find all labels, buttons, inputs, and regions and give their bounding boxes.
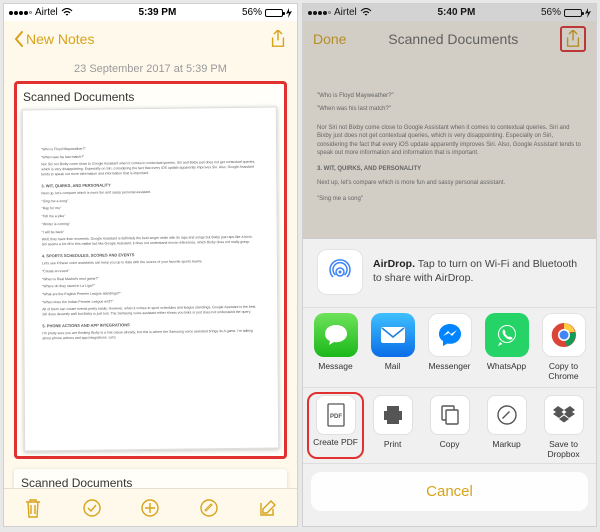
share-app-message[interactable]: Message [307,310,364,381]
checklist-button[interactable] [81,497,103,519]
nav-header: New Notes [4,21,297,57]
messenger-icon [428,313,472,357]
share-app-whatsapp[interactable]: WhatsApp [478,310,535,381]
document-thumbnail: "Who is Floyd Mayweather?" "When was his… [22,106,279,451]
clock: 5:39 PM [138,7,176,18]
action-create-pdf[interactable]: PDF Create PDF [307,392,364,459]
cancel-button[interactable]: Cancel [311,472,588,511]
share-app-chrome[interactable]: Copy to Chrome [535,310,592,381]
battery-pct: 56% [242,7,262,18]
share-app-messenger[interactable]: Messenger [421,310,478,381]
svg-text:PDF: PDF [330,414,342,420]
copy-icon [430,395,470,435]
back-button[interactable]: New Notes [14,31,94,47]
carrier-label: Airtel [35,7,58,18]
action-copy[interactable]: Copy [421,392,478,459]
share-button[interactable] [269,30,287,48]
battery-icon [265,9,283,17]
add-button[interactable] [139,497,161,519]
pen-circle-icon [199,498,219,518]
message-icon [314,313,358,357]
note-toolbar [4,488,297,526]
back-label: New Notes [26,31,94,47]
left-phone: Airtel 5:39 PM 56% New Notes 23 Septembe… [3,3,298,527]
charging-icon [286,8,292,18]
compose-button[interactable] [257,497,279,519]
note-timestamp: 23 September 2017 at 5:39 PM [14,63,287,75]
scanned-attachment[interactable]: Scanned Documents "Who is Floyd Mayweath… [14,81,287,459]
compose-icon [258,498,278,518]
share-sheet: AirDrop. Tap to turn on Wi-Fi and Blueto… [303,238,596,526]
signal-icon [9,11,32,15]
modal-dimmer[interactable] [303,4,596,238]
draw-button[interactable] [198,497,220,519]
dropbox-icon [544,395,584,435]
attachment-title-2: Scanned Documents [21,476,280,488]
check-circle-icon [82,498,102,518]
airdrop-icon [317,249,363,295]
scanned-attachment-2[interactable]: Scanned Documents [14,469,287,488]
airdrop-row[interactable]: AirDrop. Tap to turn on Wi-Fi and Blueto… [303,239,596,307]
trash-icon [24,498,42,518]
chrome-icon [542,313,586,357]
share-apps-row: Message Mail Messenger WhatsApp [303,307,596,388]
airdrop-text: AirDrop. Tap to turn on Wi-Fi and Blueto… [373,258,582,285]
delete-button[interactable] [22,497,44,519]
note-body: 23 September 2017 at 5:39 PM Scanned Doc… [4,57,297,488]
share-app-mail[interactable]: Mail [364,310,421,381]
action-markup[interactable]: Markup [478,392,535,459]
attachment-title: Scanned Documents [23,90,278,104]
plus-circle-icon [140,498,160,518]
action-dropbox[interactable]: Save to Dropbox [535,392,592,459]
chevron-left-icon [14,31,24,47]
mail-icon [371,313,415,357]
print-icon [373,395,413,435]
wifi-icon [61,8,73,17]
action-print[interactable]: Print [364,392,421,459]
whatsapp-icon [485,313,529,357]
status-bar: Airtel 5:39 PM 56% [4,4,297,21]
share-actions-row: PDF Create PDF Print Copy Mark [303,388,596,464]
share-icon [269,30,287,48]
markup-icon [487,395,527,435]
pdf-icon: PDF [316,395,356,435]
right-phone: Airtel 5:40 PM 56% Done Scanned Document… [302,3,597,527]
